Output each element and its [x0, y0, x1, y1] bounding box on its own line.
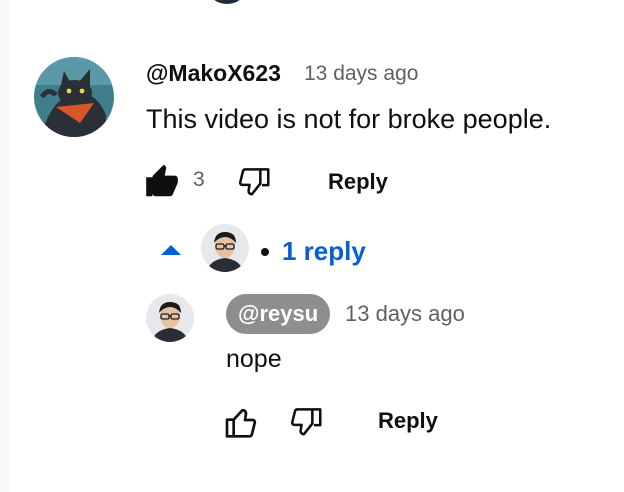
thumbs-down-outline-icon	[290, 408, 322, 436]
replier-avatar-thumb	[201, 224, 249, 272]
thumbs-up-outline-icon	[225, 408, 257, 438]
comment-timestamp[interactable]: 13 days ago	[304, 62, 418, 86]
person-avatar-icon	[201, 224, 249, 272]
reply-like-button[interactable]	[222, 403, 262, 443]
thumbs-down-outline-icon	[238, 168, 270, 196]
reply-button[interactable]: Reply	[328, 169, 388, 195]
reply-author-chip[interactable]: @reysu	[226, 294, 331, 334]
previous-avatar-edge	[205, 0, 249, 4]
reply-author-avatar[interactable]	[146, 294, 194, 342]
dislike-button[interactable]	[235, 163, 273, 201]
separator-dot	[261, 248, 269, 256]
caret-up-icon	[161, 245, 181, 255]
comment-text: This video is not for broke people.	[146, 104, 552, 134]
replies-count-label[interactable]: 1 reply	[282, 236, 366, 267]
person-avatar-icon	[146, 294, 194, 342]
reply-dislike-button[interactable]	[287, 403, 325, 441]
reply-text: nope	[226, 345, 282, 373]
thumbs-up-filled-icon	[146, 164, 178, 197]
comment-author[interactable]: @MakoX623	[146, 60, 281, 87]
like-count: 3	[193, 168, 205, 191]
reply-reply-button[interactable]: Reply	[378, 408, 438, 434]
cat-avatar-icon	[34, 57, 114, 137]
commenter-avatar[interactable]	[34, 57, 114, 137]
reply-timestamp[interactable]: 13 days ago	[345, 301, 465, 327]
replies-toggle[interactable]: 1 reply	[158, 224, 378, 274]
left-rail	[0, 0, 10, 492]
like-button[interactable]	[143, 163, 181, 201]
